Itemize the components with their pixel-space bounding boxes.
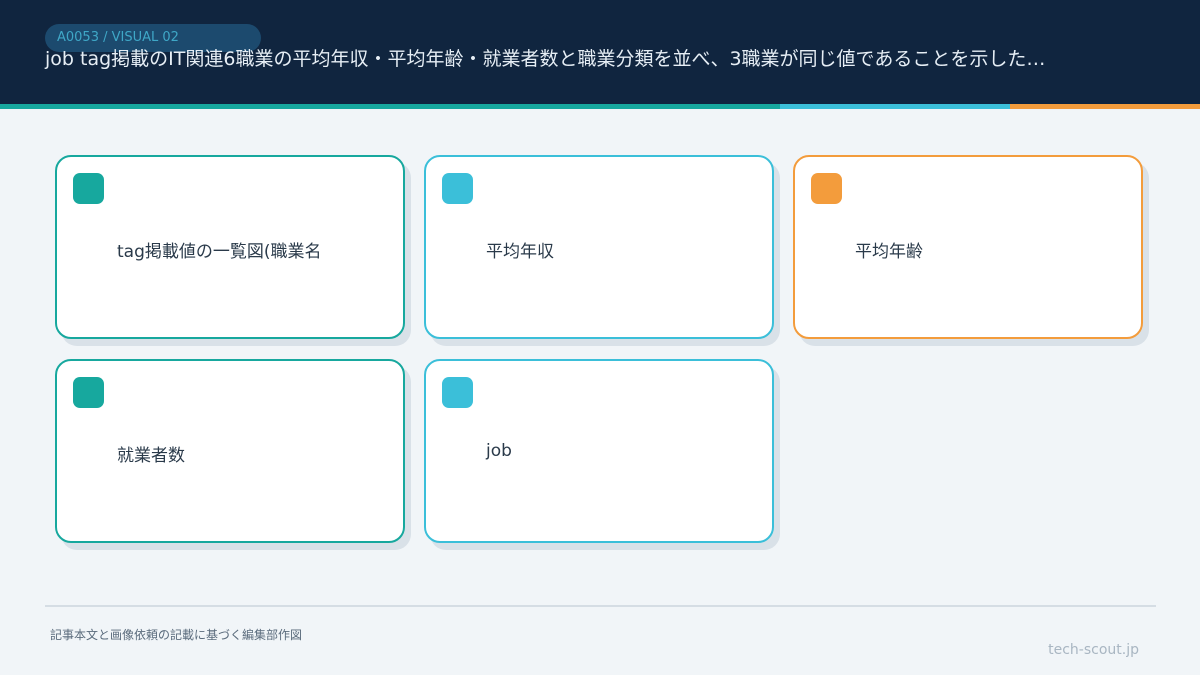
- square-marker-icon: [73, 377, 104, 408]
- page-title: job tag掲載のIT関連6職業の平均年収・平均年齢・就業者数と職業分類を並べ…: [45, 48, 1046, 70]
- card-list-figure: tag掲載値の一覧図(職業名: [55, 155, 405, 339]
- card-label: 就業者数: [117, 446, 185, 466]
- square-marker-icon: [73, 173, 104, 204]
- card-label: 平均年収: [486, 242, 554, 262]
- card-job: job: [424, 359, 774, 543]
- header-bar: A0053 / VISUAL 02 job tag掲載のIT関連6職業の平均年収…: [0, 0, 1200, 104]
- accent-stripe-orange: [1010, 104, 1200, 109]
- card-average-income: 平均年収: [424, 155, 774, 339]
- card-employed-count: 就業者数: [55, 359, 405, 543]
- card-label: job: [486, 441, 512, 461]
- footer-divider: [45, 605, 1156, 607]
- square-marker-icon: [811, 173, 842, 204]
- card-average-age: 平均年齢: [793, 155, 1143, 339]
- source-note: 記事本文と画像依頼の記載に基づく編集部作図: [50, 628, 303, 642]
- square-marker-icon: [442, 173, 473, 204]
- site-domain: tech-scout.jp: [1048, 642, 1139, 658]
- accent-stripe-teal: [0, 104, 780, 109]
- square-marker-icon: [442, 377, 473, 408]
- card-label: tag掲載値の一覧図(職業名: [117, 242, 322, 262]
- accent-stripe-cyan: [780, 104, 1010, 109]
- card-label: 平均年齢: [855, 242, 923, 262]
